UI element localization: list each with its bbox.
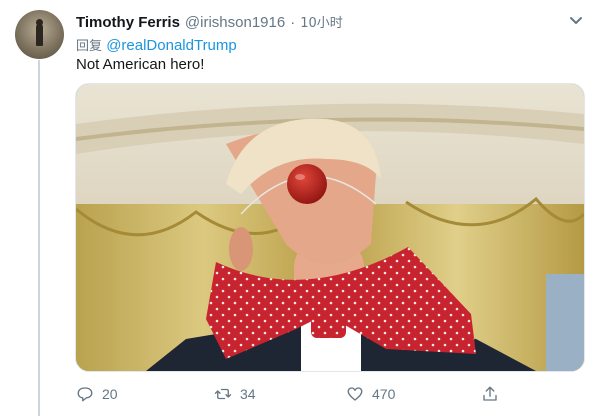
reply-icon bbox=[77, 387, 93, 402]
share-icon bbox=[483, 386, 497, 401]
retweet-icon bbox=[214, 388, 232, 400]
reply-prefix: 回复 bbox=[76, 39, 103, 54]
photo-illustration bbox=[76, 84, 584, 371]
tweet-photo[interactable] bbox=[75, 83, 585, 372]
tweet-text: Not American hero! bbox=[76, 56, 205, 73]
tweet[interactable]: Timothy Ferris @irishson1916 · 10小时 回复 @… bbox=[0, 0, 602, 416]
reply-mention-link[interactable]: @realDonaldTrump bbox=[106, 37, 237, 54]
like-count: 470 bbox=[372, 386, 396, 402]
handle[interactable]: @irishson1916 bbox=[185, 14, 285, 31]
timestamp[interactable]: 10小时 bbox=[300, 12, 343, 31]
share-button[interactable] bbox=[481, 382, 499, 406]
reply-count: 20 bbox=[102, 386, 118, 402]
tweet-actions: 20 34 470 bbox=[76, 382, 516, 406]
reply-context: 回复 @realDonaldTrump bbox=[76, 35, 237, 54]
display-name[interactable]: Timothy Ferris bbox=[76, 14, 180, 31]
retweet-count: 34 bbox=[240, 386, 256, 402]
like-button[interactable]: 470 bbox=[346, 382, 395, 406]
thread-line bbox=[38, 60, 40, 416]
chevron-down-icon[interactable] bbox=[566, 12, 586, 30]
heart-icon bbox=[347, 387, 363, 401]
avatar[interactable] bbox=[15, 10, 64, 59]
reply-button[interactable]: 20 bbox=[76, 382, 118, 406]
avatar-figure bbox=[36, 24, 43, 46]
tweet-header: Timothy Ferris @irishson1916 · 10小时 bbox=[76, 12, 343, 31]
retweet-button[interactable]: 34 bbox=[214, 382, 256, 406]
separator-dot: · bbox=[290, 14, 296, 31]
